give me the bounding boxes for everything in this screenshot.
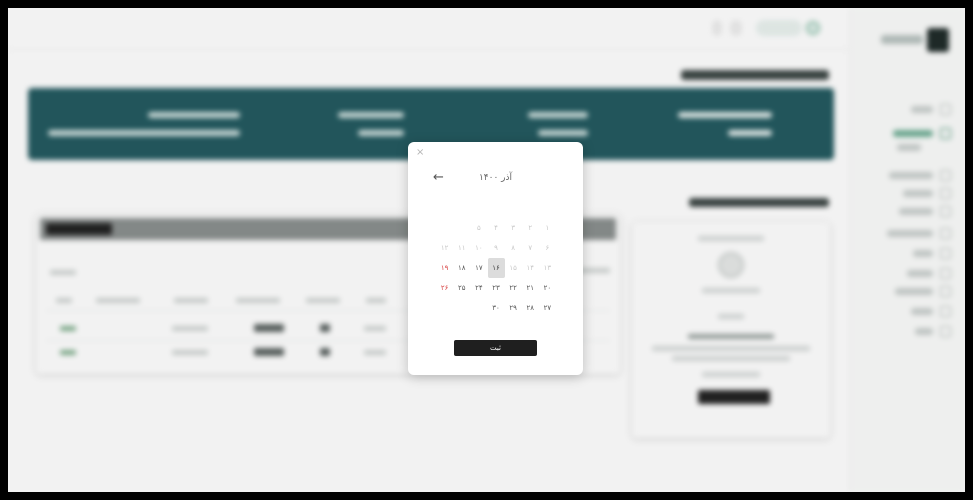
calendar-day[interactable]: ۶	[539, 238, 556, 258]
calendar-day[interactable]: ۵	[470, 218, 487, 238]
calendar-day[interactable]: ۲۶	[436, 278, 453, 298]
calendar-day[interactable]: ۱۵	[505, 258, 522, 278]
calendar-day[interactable]: ۲۵	[453, 278, 470, 298]
calendar-day[interactable]: ۲۳	[488, 278, 505, 298]
calendar-empty-cell	[453, 218, 470, 238]
calendar-day[interactable]: ۲۸	[522, 298, 539, 318]
app-window: × ← آذر ۱۴۰۰ ۱ ۲ ۳ ۴ ۵ ۶ ۷ ۸ ۹ ۱۰ ۱۱ ۱۲ ۱۳ ۱۴ ۱۵ ۱۶ ۱۷ ۱۸…	[8, 8, 965, 492]
calendar-day[interactable]: ۲	[522, 218, 539, 238]
calendar-day[interactable]: ۱۳	[539, 258, 556, 278]
calendar-week-row: ۲۰ ۲۱ ۲۲ ۲۳ ۲۴ ۲۵ ۲۶	[436, 278, 556, 298]
calendar-day[interactable]: ۲۴	[470, 278, 487, 298]
calendar-day[interactable]: ۳	[505, 218, 522, 238]
calendar-empty-cell	[539, 198, 556, 218]
calendar-day[interactable]: ۷	[522, 238, 539, 258]
calendar-week-row: ۶ ۷ ۸ ۹ ۱۰ ۱۱ ۱۲	[436, 238, 556, 258]
calendar-week-row	[436, 198, 556, 218]
calendar-day[interactable]: ۸	[505, 238, 522, 258]
calendar-week-row: ۲۷ ۲۸ ۲۹ ۳۰	[436, 298, 556, 318]
calendar-day[interactable]: ۱۸	[453, 258, 470, 278]
calendar-empty-cell	[453, 298, 470, 318]
calendar-day[interactable]: ۱۲	[436, 238, 453, 258]
calendar-day[interactable]: ۲۱	[522, 278, 539, 298]
calendar-day[interactable]: ۲۹	[505, 298, 522, 318]
calendar-day[interactable]: ۴	[488, 218, 505, 238]
date-picker-modal: × ← آذر ۱۴۰۰ ۱ ۲ ۳ ۴ ۵ ۶ ۷ ۸ ۹ ۱۰ ۱۱ ۱۲ ۱۳ ۱۴ ۱۵ ۱۶ ۱۷ ۱۸…	[408, 142, 583, 375]
calendar-week-row: ۱۲۳۴۵	[436, 218, 556, 238]
calendar-day[interactable]: ۱۶	[487, 258, 505, 278]
submit-button[interactable]: ثبت	[454, 340, 537, 356]
calendar-day[interactable]: ۱۷	[470, 258, 487, 278]
calendar-day[interactable]: ۲۲	[505, 278, 522, 298]
calendar-empty-cell	[436, 298, 453, 318]
calendar-empty-cell	[436, 218, 453, 238]
calendar-day[interactable]: ۱۰	[470, 238, 487, 258]
calendar-day[interactable]: ۱	[539, 218, 556, 238]
calendar-day[interactable]: ۲۷	[539, 298, 556, 318]
calendar-day[interactable]: ۲۰	[539, 278, 556, 298]
calendar-empty-cell	[470, 298, 487, 318]
calendar-day[interactable]: ۱۴	[522, 258, 539, 278]
calendar-day[interactable]: ۱۹	[436, 258, 453, 278]
calendar-day[interactable]: ۹	[488, 238, 505, 258]
calendar-week-row: ۱۳ ۱۴ ۱۵ ۱۶ ۱۷ ۱۸ ۱۹	[436, 258, 556, 278]
calendar-empty-cell	[436, 198, 453, 218]
calendar-empty-cell	[488, 198, 505, 218]
calendar-empty-cell	[453, 198, 470, 218]
month-label: آذر ۱۴۰۰	[478, 173, 513, 183]
calendar-empty-cell	[505, 198, 522, 218]
calendar-empty-cell	[470, 198, 487, 218]
close-icon[interactable]: ×	[416, 147, 424, 158]
calendar-grid: ۱ ۲ ۳ ۴ ۵ ۶ ۷ ۸ ۹ ۱۰ ۱۱ ۱۲ ۱۳ ۱۴ ۱۵ ۱۶ ۱۷ ۱۸ ۱۹ ۲۰ ۲۱ ۲۲ ۲۳ ۲۴ ۲…	[436, 198, 556, 318]
calendar-day[interactable]: ۳۰	[488, 298, 505, 318]
calendar-day[interactable]: ۱۱	[453, 238, 470, 258]
calendar-empty-cell	[522, 198, 539, 218]
